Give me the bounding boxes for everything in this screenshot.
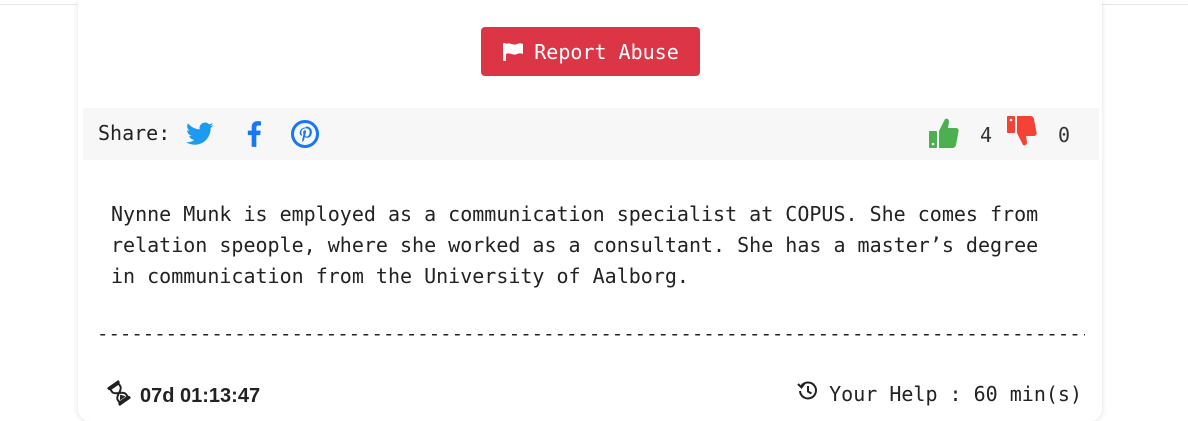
share-bar: Share: 4 0: [83, 108, 1099, 160]
facebook-icon[interactable]: [239, 120, 269, 148]
help-time: Your Help : 60 min(s): [797, 380, 1082, 407]
bio-text: Nynne Munk is employed as a communicatio…: [111, 202, 1039, 288]
flag-icon: [502, 42, 524, 62]
dashed-divider: ----------------------------------------…: [97, 323, 1085, 345]
share-label: Share:: [98, 121, 171, 145]
content-card: Report Abuse Share: 4 0 Nynne Munk is em…: [78, 0, 1102, 421]
hourglass-icon: [106, 380, 132, 412]
help-value: 60 min(s): [973, 381, 1082, 406]
thumbs-up-icon[interactable]: [927, 116, 961, 150]
upvote-count: 4: [980, 123, 993, 147]
history-icon: [797, 380, 819, 407]
report-abuse-label: Report Abuse: [534, 39, 679, 64]
help-label: Your Help: [829, 381, 938, 406]
pinterest-icon[interactable]: [290, 120, 320, 148]
countdown-value: 07d 01:13:47: [140, 384, 261, 407]
downvote-count: 0: [1058, 123, 1071, 147]
report-abuse-button[interactable]: Report Abuse: [481, 27, 700, 76]
help-separator: :: [937, 381, 974, 406]
countdown-timer: 07d 01:13:47: [106, 380, 260, 412]
thumbs-down-icon[interactable]: [1005, 114, 1039, 148]
twitter-icon[interactable]: [185, 120, 215, 148]
